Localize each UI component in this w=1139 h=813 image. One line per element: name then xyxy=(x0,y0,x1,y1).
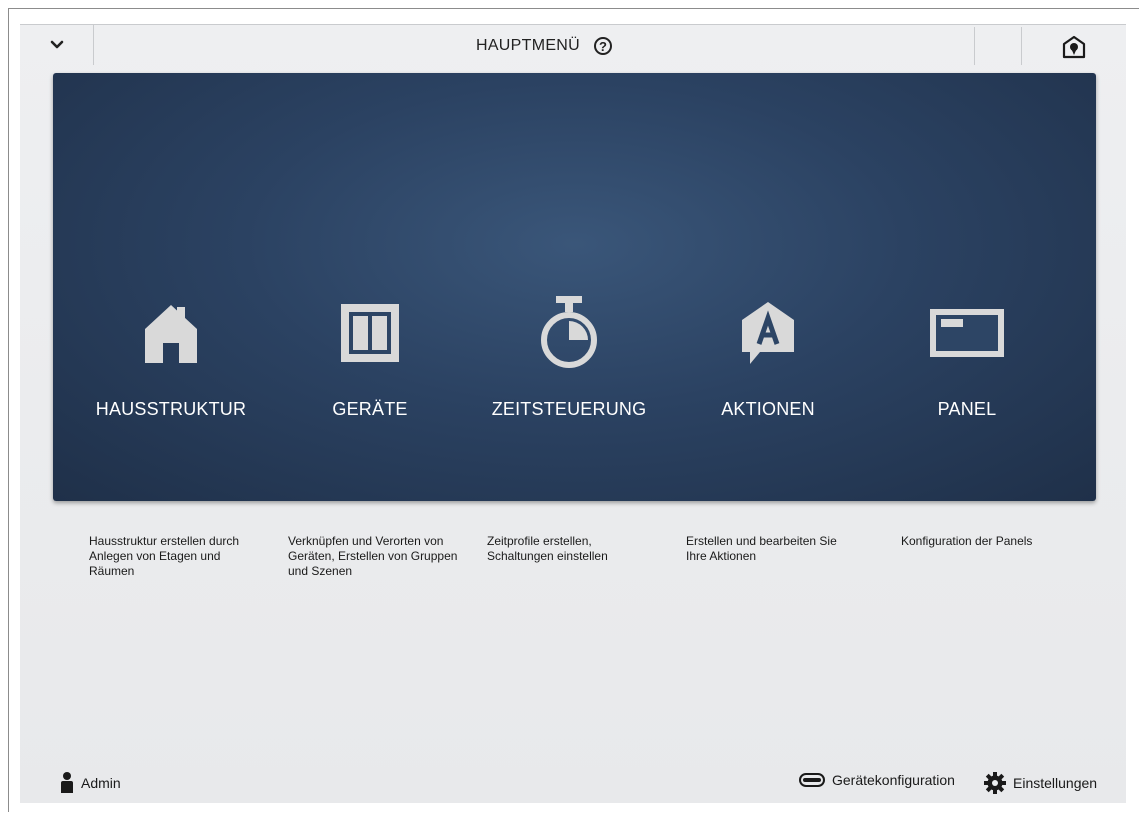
page-title: HAUPTMENÜ xyxy=(475,37,581,54)
help-icon[interactable]: ? xyxy=(594,37,613,55)
house-icon xyxy=(131,293,211,373)
main-menu-panel: HAUSSTRUKTUR GERÄTE ZEITSTEUERUNG AKTION… xyxy=(53,73,1096,501)
tile-label: ZEITSTEUERUNG xyxy=(491,399,647,419)
stopwatch-icon xyxy=(529,293,609,373)
device-config-label: Gerätekonfiguration xyxy=(832,772,955,788)
tile-label: HAUSSTRUKTUR xyxy=(95,399,247,419)
tile-panel[interactable]: PANEL xyxy=(867,293,1067,423)
house-alert-icon[interactable] xyxy=(1061,34,1087,60)
tile-aktionen[interactable]: AKTIONEN xyxy=(668,293,868,423)
settings-button[interactable]: Einstellungen xyxy=(984,772,1097,794)
app-root: HAUPTMENÜ ? HAUSSTRUKTUR GERÄTE ZEITSTEU… xyxy=(20,24,1126,803)
title-area: HAUPTMENÜ ? xyxy=(94,25,994,67)
action-icon xyxy=(728,293,808,373)
tile-label: AKTIONEN xyxy=(721,399,815,419)
user-menu[interactable]: Admin xyxy=(60,772,121,794)
tile-description-geraete: Verknüpfen und Verorten von Geräten, Ers… xyxy=(288,534,458,578)
tile-description-zeitsteuerung: Zeitprofile erstellen, Schaltungen einst… xyxy=(487,534,608,563)
topbar-divider xyxy=(1021,27,1022,65)
tile-description-panel: Konfiguration der Panels xyxy=(901,534,1033,548)
switch-icon xyxy=(330,293,410,373)
device-config-button[interactable]: Gerätekonfiguration xyxy=(799,772,955,788)
gear-icon xyxy=(984,772,1006,794)
chevron-down-icon xyxy=(50,40,63,49)
tile-description-hausstruktur: Hausstruktur erstellen durch Anlegen von… xyxy=(89,534,240,578)
tile-description-aktionen: Erstellen und bearbeiten Sie Ihre Aktion… xyxy=(686,534,837,563)
tile-hausstruktur[interactable]: HAUSSTRUKTUR xyxy=(71,293,271,423)
device-config-icon xyxy=(799,773,825,787)
tile-label: PANEL xyxy=(937,399,997,419)
collapse-menu-button[interactable] xyxy=(20,25,94,65)
panel-icon xyxy=(927,293,1007,373)
tile-label: GERÄTE xyxy=(332,399,408,419)
tile-geraete[interactable]: GERÄTE xyxy=(270,293,470,423)
user-icon xyxy=(61,772,73,793)
tile-zeitsteuerung[interactable]: ZEITSTEUERUNG xyxy=(469,293,669,423)
settings-label: Einstellungen xyxy=(1013,775,1098,791)
topbar-divider xyxy=(974,27,975,65)
top-bar: HAUPTMENÜ ? xyxy=(20,24,1126,67)
user-name: Admin xyxy=(81,775,121,791)
